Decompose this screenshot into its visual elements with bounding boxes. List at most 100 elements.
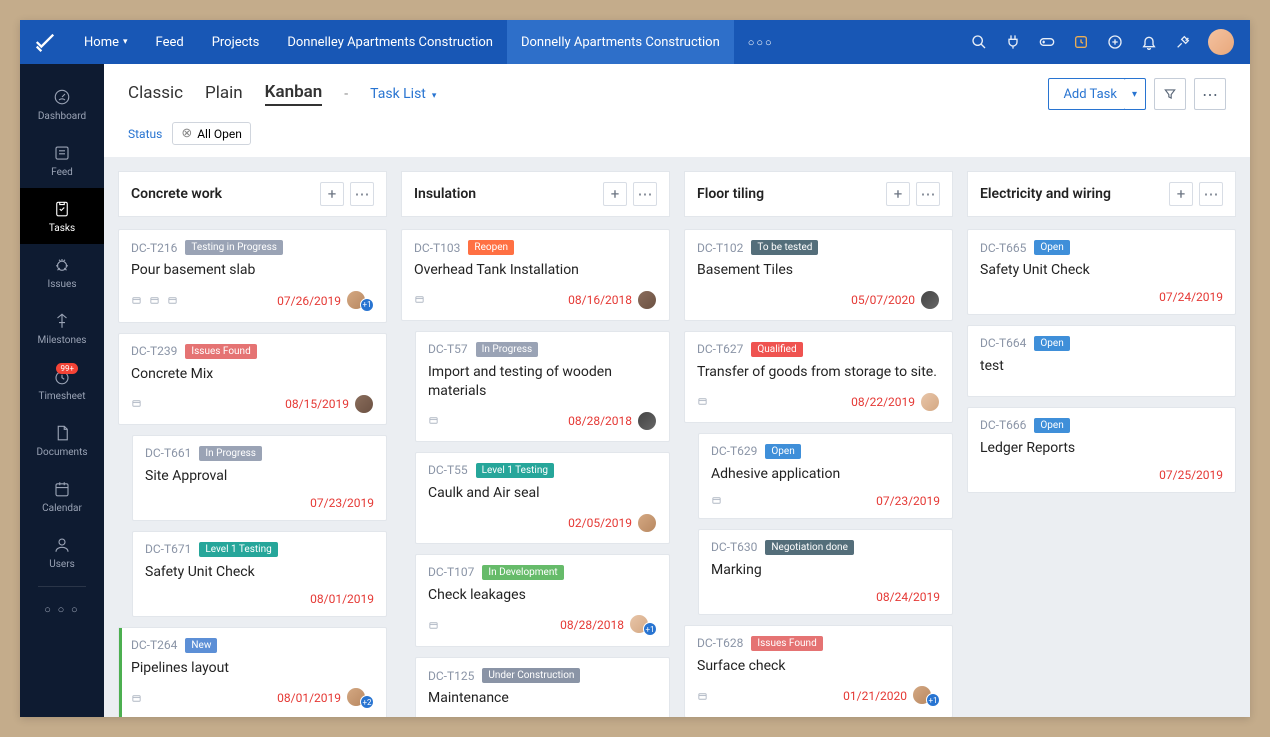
card-id: DC-T665 <box>980 241 1026 255</box>
card-avatars <box>923 392 940 412</box>
view-plain[interactable]: Plain <box>205 83 243 105</box>
sidebar-dashboard[interactable]: Dashboard <box>20 76 104 132</box>
task-card[interactable]: DC-T125 Under Construction Maintenance <box>415 657 670 717</box>
feed-icon <box>52 143 72 163</box>
card-date: 07/25/2019 <box>1159 468 1223 482</box>
gamepad-icon[interactable] <box>1038 33 1056 51</box>
task-card[interactable]: DC-T661 In Progress Site Approval 07/23/… <box>132 435 387 521</box>
task-card[interactable]: DC-T55 Level 1 Testing Caulk and Air sea… <box>415 452 670 544</box>
filter-chip-allopen[interactable]: ⊗All Open <box>172 122 251 145</box>
task-card[interactable]: DC-T671 Level 1 Testing Safety Unit Chec… <box>132 531 387 617</box>
sidebar-milestones[interactable]: Milestones <box>20 300 104 356</box>
sidebar-documents[interactable]: Documents <box>20 412 104 468</box>
card-avatars <box>640 290 657 310</box>
card-avatars: +1 <box>632 614 657 636</box>
sidebar-issues[interactable]: Issues <box>20 244 104 300</box>
card-title: Import and testing of wooden materials <box>428 363 657 401</box>
milestone-icon <box>52 311 72 331</box>
column-add-button[interactable]: + <box>320 182 344 206</box>
status-badge: Open <box>765 444 800 459</box>
tasklist-dropdown[interactable]: Task List <box>370 86 436 102</box>
user-avatar[interactable] <box>1208 29 1234 55</box>
task-card[interactable]: DC-T57 In Progress Import and testing of… <box>415 331 670 442</box>
users-icon <box>52 535 72 555</box>
card-id: DC-T630 <box>711 540 757 554</box>
documents-icon <box>52 423 72 443</box>
status-badge: Open <box>1034 418 1069 433</box>
nav-projects[interactable]: Projects <box>198 20 274 64</box>
task-card[interactable]: DC-T103 Reopen Overhead Tank Installatio… <box>401 229 670 321</box>
filter-button[interactable] <box>1154 78 1186 110</box>
filter-status-label[interactable]: Status <box>128 127 162 141</box>
sidebar-more[interactable]: ○ ○ ○ <box>20 593 104 626</box>
card-avatars <box>640 411 657 431</box>
more-button[interactable]: ⋯ <box>1194 78 1226 110</box>
column-add-button[interactable]: + <box>886 182 910 206</box>
column-title: Floor tiling <box>697 186 764 202</box>
plug-icon[interactable] <box>1004 33 1022 51</box>
card-id: DC-T661 <box>145 446 191 460</box>
task-card[interactable]: DC-T665 Open Safety Unit Check 07/24/201… <box>967 229 1236 315</box>
app-logo[interactable] <box>20 31 70 53</box>
column-more-button[interactable]: ⋯ <box>916 182 940 206</box>
timer-icon[interactable] <box>1072 33 1090 51</box>
task-card[interactable]: DC-T264 New Pipelines layout 08/01/2019 … <box>118 627 387 717</box>
breadcrumb-1[interactable]: Donnelley Apartments Construction <box>273 20 507 64</box>
card-date: 08/28/2018 <box>560 618 624 632</box>
column-title: Concrete work <box>131 186 222 202</box>
card-title: Basement Tiles <box>697 261 940 280</box>
task-card[interactable]: DC-T664 Open test <box>967 325 1236 397</box>
assignee-avatar <box>637 290 657 310</box>
sidebar-calendar[interactable]: Calendar <box>20 468 104 524</box>
plus-circle-icon[interactable] <box>1106 33 1124 51</box>
card-date: 05/07/2020 <box>851 293 915 307</box>
task-card[interactable]: DC-T107 In Development Check leakages 08… <box>415 554 670 648</box>
view-kanban[interactable]: Kanban <box>265 82 323 106</box>
column-more-button[interactable]: ⋯ <box>1199 182 1223 206</box>
task-card[interactable]: DC-T216 Testing in Progress Pour basemen… <box>118 229 387 323</box>
breadcrumb-2[interactable]: Donnelly Apartments Construction <box>507 20 734 64</box>
column-title: Electricity and wiring <box>980 186 1111 202</box>
nav-feed[interactable]: Feed <box>142 20 198 64</box>
task-card[interactable]: DC-T630 Negotiation done Marking 08/24/2… <box>698 529 953 615</box>
card-meta-icons <box>711 495 722 506</box>
status-badge: Level 1 Testing <box>199 542 277 557</box>
sidebar-feed[interactable]: Feed <box>20 132 104 188</box>
column-add-button[interactable]: + <box>603 182 627 206</box>
card-title: Overhead Tank Installation <box>414 261 657 280</box>
avatar-more-badge: +1 <box>926 693 940 707</box>
status-badge: In Development <box>482 565 563 580</box>
task-card[interactable]: DC-T629 Open Adhesive application 07/23/… <box>698 433 953 519</box>
search-icon[interactable] <box>970 33 988 51</box>
chip-clear-icon[interactable]: ⊗ <box>181 126 192 141</box>
sidebar-tasks[interactable]: Tasks <box>20 188 104 244</box>
card-title: Safety Unit Check <box>145 563 374 582</box>
task-card[interactable]: DC-T627 Qualified Transfer of goods from… <box>684 331 953 423</box>
kanban-column: Insulation + ⋯ DC-T103 Reopen Overhead T… <box>401 171 670 717</box>
nav-home[interactable]: Home <box>70 20 142 64</box>
card-title: Pour basement slab <box>131 261 374 280</box>
view-classic[interactable]: Classic <box>128 83 183 105</box>
card-meta-icons <box>428 415 439 426</box>
card-id: DC-T628 <box>697 636 743 650</box>
tools-icon[interactable] <box>1174 33 1192 51</box>
column-more-button[interactable]: ⋯ <box>350 182 374 206</box>
card-avatars: +2 <box>349 687 374 709</box>
add-task-button[interactable]: Add Task <box>1048 78 1132 110</box>
column-header: Insulation + ⋯ <box>401 171 670 217</box>
bug-icon <box>52 255 72 275</box>
task-card[interactable]: DC-T102 To be tested Basement Tiles 05/0… <box>684 229 953 321</box>
nav-more[interactable]: ○○○ <box>734 36 788 49</box>
task-card[interactable]: DC-T628 Issues Found Surface check 01/21… <box>684 625 953 717</box>
task-card[interactable]: DC-T239 Issues Found Concrete Mix 08/15/… <box>118 333 387 425</box>
sidebar-users[interactable]: Users <box>20 524 104 580</box>
add-task-dropdown[interactable]: ▾ <box>1124 78 1146 110</box>
task-card[interactable]: DC-T666 Open Ledger Reports 07/25/2019 <box>967 407 1236 493</box>
sidebar-timesheet[interactable]: 99+Timesheet <box>20 356 104 412</box>
column-more-button[interactable]: ⋯ <box>633 182 657 206</box>
card-avatars <box>923 290 940 310</box>
bell-icon[interactable] <box>1140 33 1158 51</box>
card-date: 08/24/2019 <box>876 590 940 604</box>
topbar: Home Feed Projects Donnelley Apartments … <box>20 20 1250 64</box>
column-add-button[interactable]: + <box>1169 182 1193 206</box>
